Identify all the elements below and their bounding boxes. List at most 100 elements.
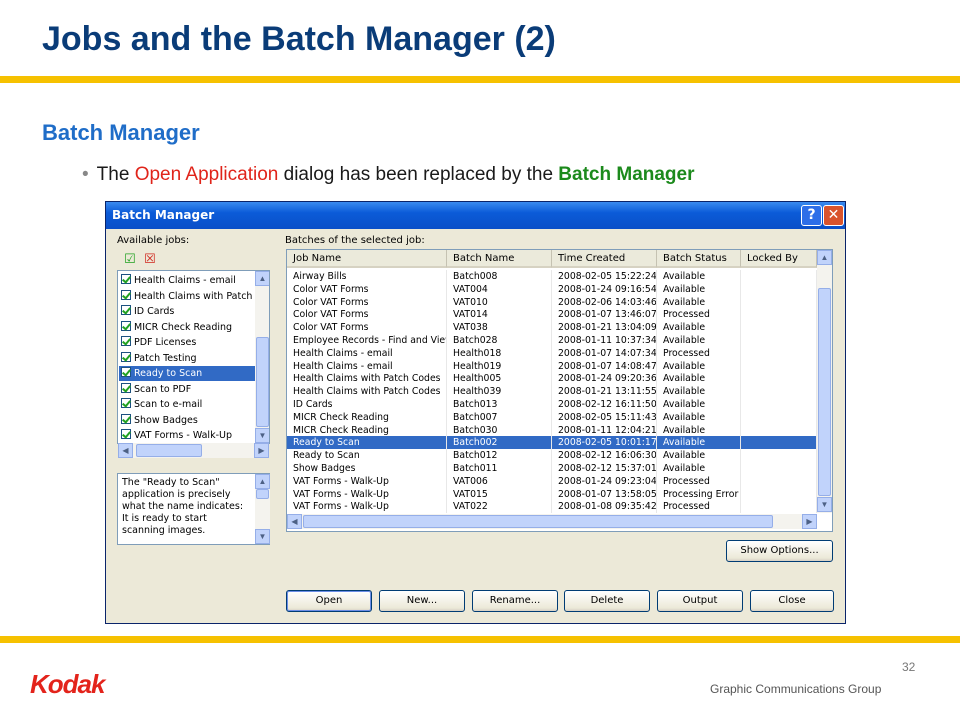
table-cell (741, 385, 817, 399)
table-cell (741, 372, 817, 386)
scroll-right-icon[interactable]: ▶ (254, 443, 269, 458)
table-cell (741, 449, 817, 463)
table-cell: Processed (657, 308, 741, 322)
job-list-item[interactable]: MICR Check Reading (119, 320, 255, 335)
close-button[interactable]: Close (750, 590, 834, 612)
job-list-item[interactable]: PDF Licenses (119, 335, 255, 350)
job-checkbox[interactable] (121, 429, 131, 439)
table-row[interactable]: ID Cards Batch013 2008-02-12 16:11:50 Avail… (287, 398, 817, 411)
table-cell (741, 282, 817, 296)
job-label: Patch Testing (134, 352, 197, 364)
table-cell: 2008-01-24 09:20:36 (552, 372, 657, 386)
dialog-titlebar[interactable]: Batch Manager ? ✕ (106, 202, 845, 229)
scroll-thumb[interactable] (256, 337, 269, 427)
available-jobs-list[interactable]: Health Claims - email Health Claims with … (117, 270, 270, 444)
table-row[interactable]: Airway Bills Batch008 2008-02-05 15:22:24 A… (287, 270, 817, 283)
job-checkbox[interactable] (121, 320, 131, 331)
scroll-right-icon[interactable]: ▶ (802, 514, 817, 529)
table-row[interactable]: VAT Forms - Walk-Up VAT015 2008-01-07 13:5… (287, 487, 817, 501)
table-row[interactable]: Ready to Scan Batch002 2008-02-05 10:01:17… (287, 436, 817, 450)
job-list-item[interactable]: Patch Testing (119, 351, 255, 366)
table-cell: VAT022 (447, 500, 552, 514)
table-cell: VAT Forms - Walk-Up (287, 487, 447, 501)
scroll-left-icon[interactable]: ◀ (118, 443, 133, 458)
table-row[interactable]: Employee Records - Find and View Batch028… (287, 334, 817, 347)
table-row[interactable]: MICR Check Reading Batch030 2008-01-11 12:… (287, 423, 817, 437)
job-checkbox[interactable] (121, 274, 131, 284)
rename-button[interactable]: Rename... (472, 590, 558, 612)
scroll-down-icon[interactable]: ▼ (817, 497, 832, 512)
delete-button[interactable]: Delete (564, 590, 650, 612)
column-header[interactable]: Locked By (741, 250, 817, 268)
new-button[interactable]: New... (379, 590, 465, 612)
job-list-item[interactable]: Health Claims - email (119, 273, 255, 288)
table-row[interactable]: VAT Forms - Walk-Up VAT006 2008-01-24 09:2… (287, 474, 817, 488)
scroll-thumb[interactable] (818, 288, 831, 496)
jobs-list-scrollbar[interactable]: ▲ ▼ (255, 271, 269, 443)
table-vscrollbar[interactable]: ▲ ▼ (817, 250, 832, 513)
job-checkbox[interactable] (121, 305, 131, 315)
output-button[interactable]: Output (657, 590, 743, 612)
job-description-text: The "Ready to Scan" application is preci… (122, 477, 244, 536)
table-row[interactable]: Ready to Scan Batch012 2008-02-12 16:06:30… (287, 449, 817, 463)
table-cell: 2008-01-21 13:11:55 (552, 385, 657, 399)
table-hscrollbar[interactable]: ◀ ▶ (287, 514, 817, 529)
scroll-down-icon[interactable]: ▼ (255, 529, 270, 544)
scroll-thumb[interactable] (256, 489, 269, 499)
table-cell: Available (657, 295, 741, 309)
job-checkbox[interactable] (121, 413, 131, 424)
table-row[interactable]: Health Claims with Patch Codes Health005 2… (287, 372, 817, 386)
job-checkbox[interactable] (121, 367, 131, 377)
column-header[interactable]: Batch Name (447, 250, 552, 268)
table-cell: MICR Check Reading (287, 423, 447, 437)
scroll-up-icon[interactable]: ▲ (255, 474, 270, 489)
table-row[interactable]: Health Claims - email Health019 2008-01-07… (287, 359, 817, 373)
check-all-icon[interactable]: ☑ (123, 252, 137, 266)
hscroll-thumb[interactable] (136, 444, 202, 457)
scroll-up-icon[interactable]: ▲ (255, 271, 269, 286)
close-window-button[interactable]: ✕ (823, 205, 844, 226)
open-button[interactable]: Open (286, 590, 372, 612)
job-list-item[interactable]: VAT Forms - Walk-Up (119, 428, 255, 443)
show-options-button[interactable]: Show Options... (726, 540, 833, 562)
batches-table[interactable]: Job Name Batch Name Time Created Batch Stat… (286, 249, 833, 532)
help-button[interactable]: ? (801, 205, 822, 226)
table-row[interactable]: Color VAT Forms VAT038 2008-01-21 13:04:09… (287, 321, 817, 335)
job-list-item[interactable]: Scan to PDF (119, 382, 255, 397)
job-checkbox[interactable] (121, 398, 131, 408)
job-checkbox[interactable] (121, 382, 131, 393)
table-cell: Processed (657, 474, 741, 488)
job-list-item[interactable]: ID Cards (119, 304, 255, 319)
table-row[interactable]: MICR Check Reading Batch007 2008-02-05 15:… (287, 410, 817, 424)
description-scrollbar[interactable]: ▲ ▼ (255, 474, 270, 544)
job-list-item[interactable]: Scan to e-mail (119, 397, 255, 412)
job-checkbox[interactable] (121, 289, 131, 300)
table-cell: 2008-01-07 14:08:47 (552, 359, 657, 373)
scroll-left-icon[interactable]: ◀ (287, 514, 302, 529)
job-checkbox[interactable] (121, 351, 131, 362)
bullet-text-mid: dialog has been replaced by the (278, 164, 559, 185)
job-list-item[interactable]: Show Badges (119, 413, 255, 428)
table-row[interactable]: Color VAT Forms VAT010 2008-02-06 14:03:46… (287, 295, 817, 309)
table-row[interactable]: Health Claims with Patch Codes Health039 2… (287, 385, 817, 399)
table-cell (741, 487, 817, 501)
table-row[interactable]: Show Badges Batch011 2008-02-12 15:37:01 Av… (287, 462, 817, 475)
column-header[interactable]: Batch Status (657, 250, 741, 268)
job-checkbox[interactable] (121, 336, 131, 346)
job-label: Scan to PDF (134, 383, 192, 395)
job-list-item[interactable]: Health Claims with Patch Codes (119, 289, 255, 304)
uncheck-all-icon[interactable]: ☒ (143, 252, 157, 266)
hscroll-thumb[interactable] (303, 515, 773, 528)
column-header[interactable]: Time Created (552, 250, 657, 268)
table-cell (741, 423, 817, 437)
table-row[interactable]: VAT Forms - Walk-Up VAT022 2008-01-08 09:3… (287, 500, 817, 514)
jobs-list-hscrollbar[interactable]: ◀ ▶ (118, 443, 269, 458)
table-row[interactable]: Color VAT Forms VAT014 2008-01-07 13:46:07… (287, 308, 817, 322)
scroll-up-icon[interactable]: ▲ (817, 250, 832, 265)
job-list-item[interactable]: Ready to Scan (119, 366, 255, 381)
table-row[interactable]: Color VAT Forms VAT004 2008-01-24 09:16:54… (287, 282, 817, 296)
scroll-down-icon[interactable]: ▼ (255, 428, 269, 443)
column-header[interactable]: Job Name (287, 250, 447, 268)
table-cell: 2008-01-24 09:16:54 (552, 282, 657, 296)
table-row[interactable]: Health Claims - email Health018 2008-01-07… (287, 346, 817, 360)
